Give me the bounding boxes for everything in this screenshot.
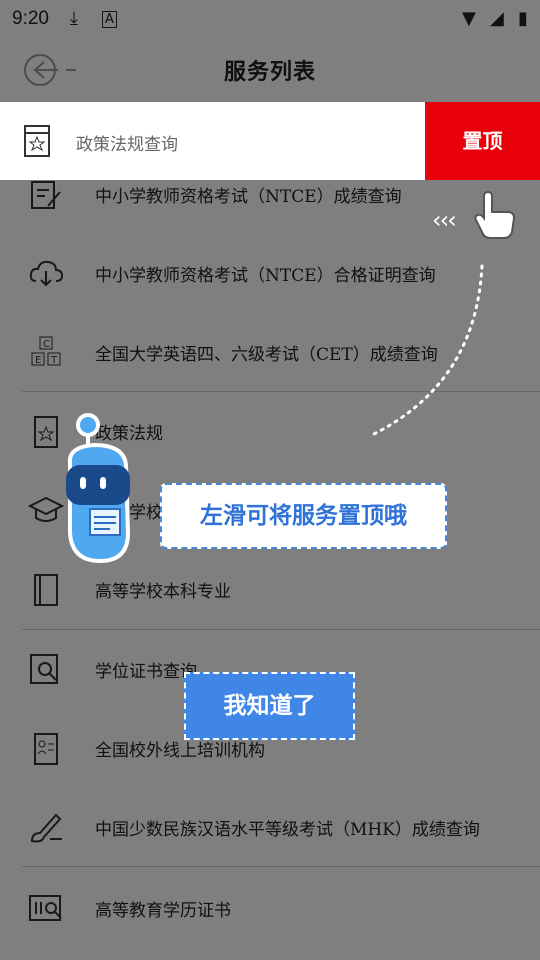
highlighted-service-label: 政策法规查询 [76,135,178,155]
pointing-hand-icon [474,190,516,239]
mascot-robot-illustration [66,413,131,564]
bookmark-star-icon [24,125,50,157]
dotted-guide-path [372,264,484,436]
got-it-button[interactable]: 我知道了 [184,672,355,740]
pin-to-top-button[interactable]: 置顶 [425,102,540,180]
swipe-tip-bubble: 左滑可将服务置顶哦 [160,483,447,549]
swipe-left-arrows: ‹‹‹ [432,206,457,234]
